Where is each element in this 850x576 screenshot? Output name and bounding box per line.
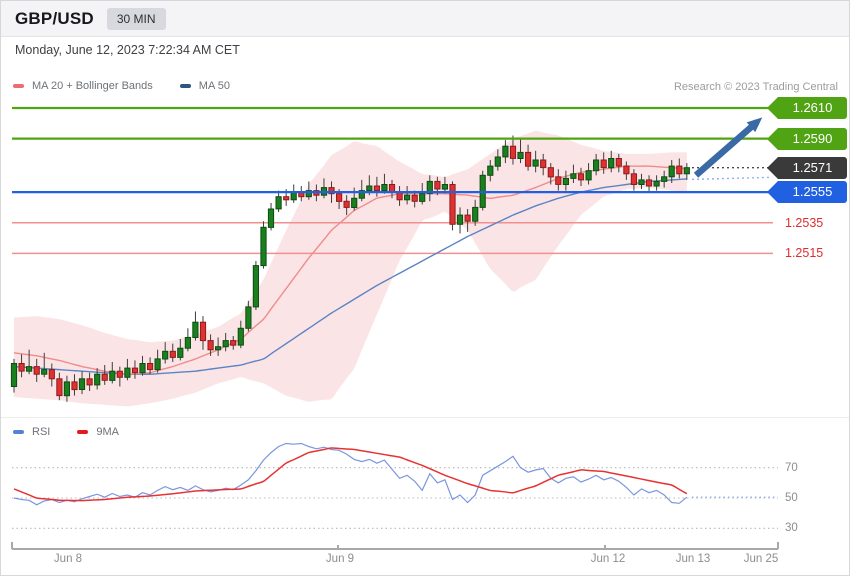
pair-title: GBP/USD: [15, 8, 94, 28]
rsi-line: [13, 442, 688, 506]
trading-chart-window: GBP/USD 30 MIN Monday, June 12, 2023 7:2…: [0, 0, 850, 576]
timeframe-badge: 30 MIN: [106, 7, 166, 30]
ma50-projection-dotted: [691, 176, 771, 181]
rsi-9ma-line: [13, 447, 688, 502]
chart-header: GBP/USD 30 MIN: [1, 1, 849, 37]
chart-canvas: [10, 106, 779, 550]
